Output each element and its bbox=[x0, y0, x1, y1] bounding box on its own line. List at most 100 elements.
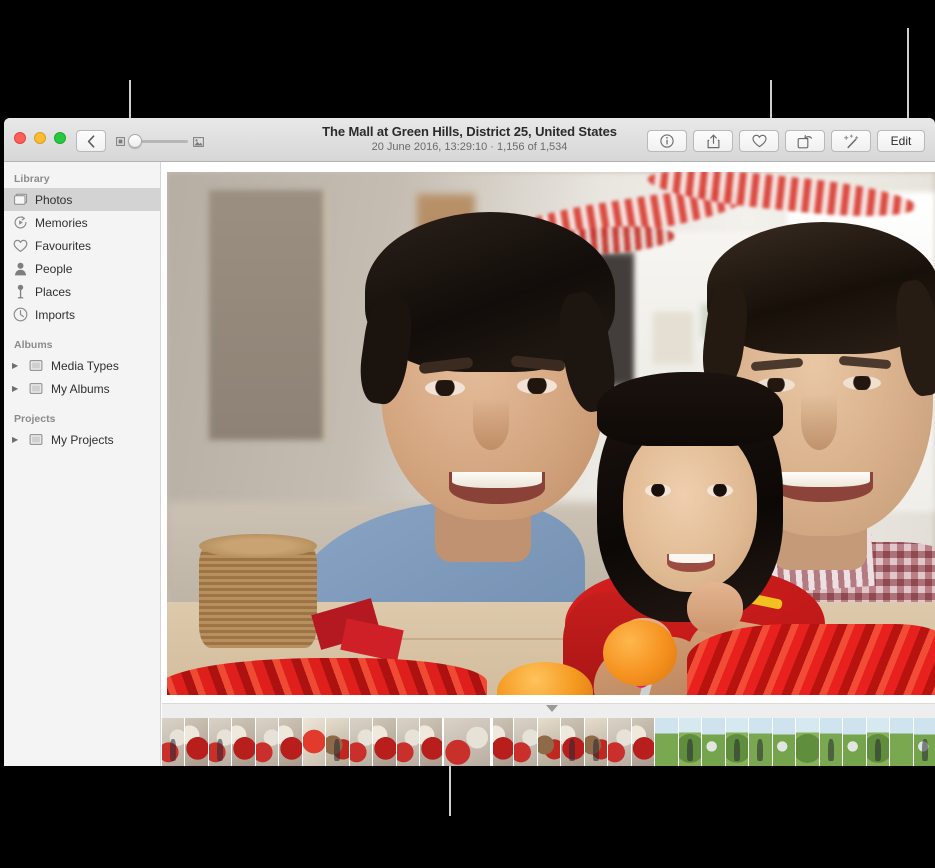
photo-orange bbox=[603, 620, 677, 686]
photo-background-note bbox=[653, 312, 693, 364]
small-thumbnail-icon bbox=[116, 137, 125, 146]
photo-man-left-teeth bbox=[452, 472, 542, 488]
edit-button[interactable]: Edit bbox=[877, 130, 925, 152]
photo-man-left-eye bbox=[425, 380, 465, 396]
photo-man-right-eye bbox=[843, 376, 881, 390]
filmstrip-thumbnail[interactable] bbox=[232, 718, 256, 766]
callout-edit-button bbox=[907, 28, 909, 132]
filmstrip-thumbnail[interactable] bbox=[632, 718, 655, 766]
sidebar-item-label: Places bbox=[35, 285, 71, 299]
filmstrip-thumbnail[interactable] bbox=[162, 718, 185, 766]
filmstrip-thumbnail[interactable] bbox=[491, 718, 514, 766]
filmstrip-thumbnail[interactable] bbox=[397, 718, 420, 766]
filmstrip-thumbnail[interactable] bbox=[514, 718, 538, 766]
enhance-button[interactable] bbox=[831, 130, 871, 152]
photos-window: The Mall at Green Hills, District 25, Un… bbox=[4, 118, 935, 766]
sidebar-item-media-types[interactable]: ▶ Media Types bbox=[4, 354, 160, 377]
photo-man-right-nose bbox=[801, 394, 837, 450]
filmstrip-thumbnail[interactable] bbox=[773, 718, 796, 766]
info-icon bbox=[660, 134, 674, 148]
filmstrip-thumbnail[interactable] bbox=[561, 718, 585, 766]
filmstrip-thumbnail[interactable] bbox=[256, 718, 279, 766]
sidebar-item-label: Favourites bbox=[35, 239, 91, 253]
filmstrip-thumbnail[interactable] bbox=[326, 718, 350, 766]
sidebar-section-projects-header: Projects bbox=[4, 408, 160, 428]
screenshot-stage: The Mall at Green Hills, District 25, Un… bbox=[0, 0, 935, 868]
filmstrip-thumbnail[interactable] bbox=[209, 718, 232, 766]
info-button[interactable] bbox=[647, 130, 687, 152]
photo-red-crepe-paper bbox=[687, 624, 935, 695]
rotate-button[interactable] bbox=[785, 130, 825, 152]
disclosure-triangle-icon[interactable]: ▶ bbox=[12, 436, 21, 444]
filmstrip-thumbnail[interactable] bbox=[749, 718, 773, 766]
filmstrip-thumbnail[interactable] bbox=[890, 718, 914, 766]
photo-twine-spool-top bbox=[199, 534, 317, 558]
callout-filmstrip bbox=[449, 766, 451, 816]
pin-icon bbox=[12, 284, 28, 300]
filmstrip-thumbnail[interactable] bbox=[350, 718, 373, 766]
sidebar-item-places[interactable]: Places bbox=[4, 280, 160, 303]
main-photo[interactable] bbox=[167, 172, 935, 695]
filmstrip-thumbnail[interactable] bbox=[702, 718, 726, 766]
photo-viewer bbox=[162, 162, 935, 766]
sidebar-section-albums-header: Albums bbox=[4, 334, 160, 354]
photos-icon bbox=[12, 192, 28, 208]
photo-background-door bbox=[209, 190, 329, 440]
filmstrip-thumbnail[interactable] bbox=[796, 718, 820, 766]
person-icon bbox=[12, 261, 28, 277]
sidebar-item-memories[interactable]: Memories bbox=[4, 211, 160, 234]
toolbar-buttons: Edit bbox=[647, 130, 925, 152]
sidebar-item-label: My Albums bbox=[51, 382, 110, 396]
photo-child-eye bbox=[645, 484, 671, 497]
chevron-left-icon bbox=[87, 135, 95, 148]
sidebar-item-photos[interactable]: Photos bbox=[4, 188, 160, 211]
disclosure-triangle-icon[interactable]: ▶ bbox=[12, 362, 21, 370]
filmstrip-thumbnail[interactable] bbox=[538, 718, 561, 766]
sidebar-item-my-albums[interactable]: ▶ My Albums bbox=[4, 377, 160, 400]
filmstrip-thumbnail-selected[interactable] bbox=[444, 718, 491, 766]
album-icon bbox=[28, 432, 44, 448]
zoom-button[interactable] bbox=[54, 132, 66, 144]
filmstrip-thumbnail[interactable] bbox=[679, 718, 702, 766]
filmstrip-thumbnail[interactable] bbox=[279, 718, 303, 766]
sidebar-item-people[interactable]: People bbox=[4, 257, 160, 280]
minimise-button[interactable] bbox=[34, 132, 46, 144]
sidebar-item-label: My Projects bbox=[51, 433, 114, 447]
filmstrip-thumbnail[interactable] bbox=[867, 718, 890, 766]
photo-child-hand bbox=[687, 582, 743, 634]
filmstrip-thumbnail[interactable] bbox=[843, 718, 867, 766]
sidebar-item-label: Imports bbox=[35, 308, 75, 322]
favourite-button[interactable] bbox=[739, 130, 779, 152]
sidebar-item-label: People bbox=[35, 262, 72, 276]
close-button[interactable] bbox=[14, 132, 26, 144]
zoom-slider-knob[interactable] bbox=[128, 134, 142, 148]
thumbnail-zoom-slider[interactable] bbox=[116, 134, 204, 148]
magic-wand-icon bbox=[843, 134, 859, 149]
filmstrip-thumbnail[interactable] bbox=[585, 718, 608, 766]
heart-icon bbox=[752, 134, 767, 148]
filmstrip-thumbnail[interactable] bbox=[914, 718, 935, 766]
share-button[interactable] bbox=[693, 130, 733, 152]
filmstrip-thumbnail[interactable] bbox=[608, 718, 632, 766]
photo-child-eye bbox=[707, 484, 733, 497]
sidebar-item-favourites[interactable]: Favourites bbox=[4, 234, 160, 257]
heart-icon bbox=[12, 238, 28, 254]
filmstrip-thumbnail[interactable] bbox=[185, 718, 209, 766]
large-thumbnail-icon bbox=[193, 137, 204, 147]
sidebar-section-library-header: Library bbox=[4, 168, 160, 188]
filmstrip-thumbnail[interactable] bbox=[820, 718, 843, 766]
filmstrip-thumbnail[interactable] bbox=[726, 718, 749, 766]
clock-icon bbox=[12, 307, 28, 323]
sidebar-item-label: Photos bbox=[35, 193, 72, 207]
selection-triangle-icon bbox=[546, 705, 558, 712]
disclosure-triangle-icon[interactable]: ▶ bbox=[12, 385, 21, 393]
filmstrip-thumbnail[interactable] bbox=[373, 718, 397, 766]
filmstrip[interactable] bbox=[162, 703, 935, 766]
filmstrip-thumbnail[interactable] bbox=[303, 718, 326, 766]
filmstrip-thumbnails[interactable] bbox=[162, 718, 935, 766]
sidebar-item-my-projects[interactable]: ▶ My Projects bbox=[4, 428, 160, 451]
filmstrip-thumbnail[interactable] bbox=[655, 718, 679, 766]
sidebar-item-imports[interactable]: Imports bbox=[4, 303, 160, 326]
filmstrip-thumbnail[interactable] bbox=[420, 718, 444, 766]
back-button[interactable] bbox=[76, 130, 106, 152]
